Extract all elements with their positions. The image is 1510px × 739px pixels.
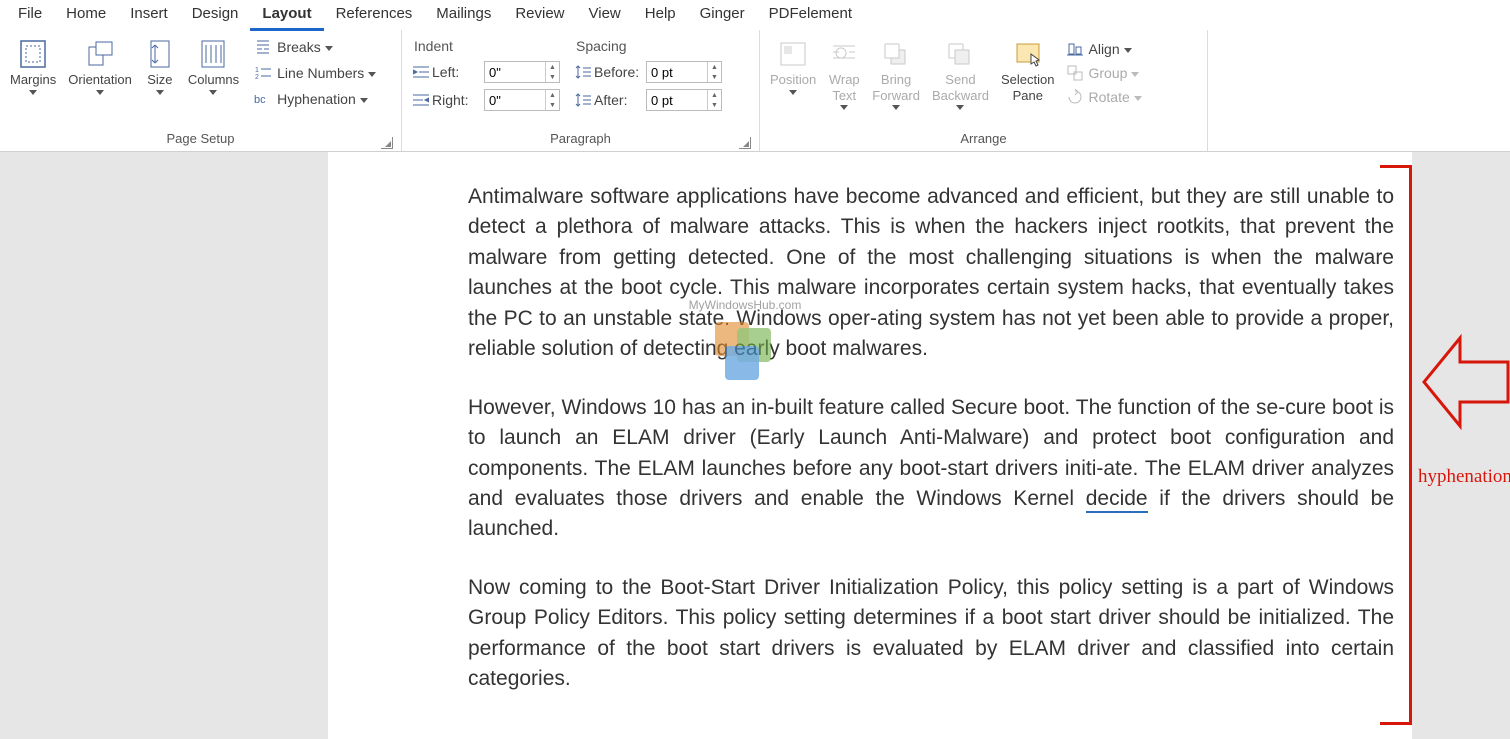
margins-button[interactable]: Margins xyxy=(4,34,62,99)
spacing-before-icon xyxy=(574,65,592,79)
send-backward-button[interactable]: Send Backward xyxy=(926,34,995,114)
chevron-down-icon xyxy=(1134,96,1142,101)
chevron-down-icon xyxy=(892,105,900,110)
tab-ginger[interactable]: Ginger xyxy=(688,1,757,31)
group-icon xyxy=(1065,65,1085,81)
line-numbers-button[interactable]: 12 Line Numbers xyxy=(249,60,380,86)
spin-down[interactable]: ▼ xyxy=(546,100,559,110)
group-paragraph: Indent Left: ▲▼ Right: ▲▼ Spacing Before… xyxy=(402,30,760,151)
spacing-after-icon xyxy=(574,93,592,107)
hyphenation-button[interactable]: bc Hyphenation xyxy=(249,86,380,112)
selection-pane-icon xyxy=(1012,38,1044,70)
tab-references[interactable]: References xyxy=(324,1,425,31)
document-area: MyWindowsHub.com Antimalware software ap… xyxy=(0,152,1510,739)
chevron-down-icon xyxy=(209,90,217,95)
chevron-down-icon xyxy=(156,90,164,95)
tab-file[interactable]: File xyxy=(6,1,54,31)
spin-up[interactable]: ▲ xyxy=(546,62,559,72)
spacing-title: Spacing xyxy=(574,36,722,58)
group-label-paragraph: Paragraph xyxy=(550,131,611,146)
tab-insert[interactable]: Insert xyxy=(118,1,180,31)
align-button[interactable]: Align xyxy=(1065,37,1142,61)
svg-text:bc: bc xyxy=(254,94,266,106)
tab-review[interactable]: Review xyxy=(503,1,576,31)
chevron-down-icon xyxy=(325,46,333,51)
svg-text:2: 2 xyxy=(255,74,259,81)
breaks-icon xyxy=(253,39,273,55)
chevron-down-icon xyxy=(360,98,368,103)
spacing-before-input[interactable]: ▲▼ xyxy=(646,61,722,83)
annotation-arrow-icon xyxy=(1420,332,1510,432)
tab-design[interactable]: Design xyxy=(180,1,251,31)
position-button[interactable]: Position xyxy=(764,34,822,99)
ribbon: Margins Orientation Size xyxy=(0,30,1510,152)
spin-down[interactable]: ▼ xyxy=(708,72,721,82)
group-label-arrange: Arrange xyxy=(960,131,1006,146)
align-icon xyxy=(1065,41,1085,57)
line-numbers-icon: 12 xyxy=(253,65,273,81)
wrap-text-icon xyxy=(828,38,860,70)
spin-up[interactable]: ▲ xyxy=(708,62,721,72)
chevron-down-icon xyxy=(1131,72,1139,77)
bring-forward-icon xyxy=(880,38,912,70)
orientation-button[interactable]: Orientation xyxy=(62,34,138,99)
margins-icon xyxy=(17,38,49,70)
chevron-down-icon xyxy=(840,105,848,110)
hyphenation-icon: bc xyxy=(253,91,273,107)
wrap-text-button[interactable]: Wrap Text xyxy=(822,34,866,114)
paragraph-launcher[interactable] xyxy=(739,137,751,149)
tab-home[interactable]: Home xyxy=(54,1,118,31)
svg-text:1: 1 xyxy=(255,67,259,74)
group-label-page-setup: Page Setup xyxy=(167,131,235,146)
document-paragraph: Antimalware software applications have b… xyxy=(468,182,1394,365)
spin-down[interactable]: ▼ xyxy=(546,72,559,82)
spin-up[interactable]: ▲ xyxy=(546,90,559,100)
tab-layout[interactable]: Layout xyxy=(250,1,323,31)
left-gutter xyxy=(0,152,328,739)
indent-left-icon xyxy=(412,65,430,79)
chevron-down-icon xyxy=(789,90,797,95)
indent-right-icon xyxy=(412,93,430,107)
position-icon xyxy=(777,38,809,70)
tab-pdfelement[interactable]: PDFelement xyxy=(757,1,864,31)
rotate-button[interactable]: Rotate xyxy=(1065,85,1142,109)
page-setup-launcher[interactable] xyxy=(381,137,393,149)
tab-mailings[interactable]: Mailings xyxy=(424,1,503,31)
group-arrange: Position Wrap Text Bring Forward Send Ba… xyxy=(760,30,1208,151)
columns-button[interactable]: Columns xyxy=(182,34,245,99)
bring-forward-button[interactable]: Bring Forward xyxy=(866,34,926,114)
document-paragraph: Now coming to the Boot-Start Driver Init… xyxy=(468,573,1394,695)
spacing-after-input[interactable]: ▲▼ xyxy=(646,89,722,111)
spin-down[interactable]: ▼ xyxy=(708,100,721,110)
selection-pane-button[interactable]: Selection Pane xyxy=(995,34,1060,107)
send-backward-icon xyxy=(944,38,976,70)
indent-title: Indent xyxy=(412,36,560,58)
document-page[interactable]: MyWindowsHub.com Antimalware software ap… xyxy=(328,152,1412,739)
chevron-down-icon xyxy=(368,72,376,77)
chevron-down-icon xyxy=(1124,48,1132,53)
document-paragraph: However, Windows 10 has an in-built feat… xyxy=(468,393,1394,545)
spin-up[interactable]: ▲ xyxy=(708,90,721,100)
size-button[interactable]: Size xyxy=(138,34,182,99)
chevron-down-icon xyxy=(29,90,37,95)
chevron-down-icon xyxy=(96,90,104,95)
indent-left-input[interactable]: ▲▼ xyxy=(484,61,560,83)
annotation-bracket xyxy=(1380,165,1412,725)
group-objects-button[interactable]: Group xyxy=(1065,61,1142,85)
orientation-icon xyxy=(84,38,116,70)
columns-icon xyxy=(197,38,229,70)
ribbon-tabs: File Home Insert Design Layout Reference… xyxy=(0,0,1510,30)
size-icon xyxy=(144,38,176,70)
group-page-setup: Margins Orientation Size xyxy=(0,30,402,151)
tab-help[interactable]: Help xyxy=(633,1,688,31)
grammar-underline[interactable]: decide xyxy=(1086,487,1148,513)
tab-view[interactable]: View xyxy=(577,1,633,31)
breaks-button[interactable]: Breaks xyxy=(249,34,380,60)
rotate-icon xyxy=(1065,89,1085,105)
indent-right-input[interactable]: ▲▼ xyxy=(484,89,560,111)
chevron-down-icon xyxy=(956,105,964,110)
annotation-label: hyphenation xyxy=(1418,466,1510,488)
